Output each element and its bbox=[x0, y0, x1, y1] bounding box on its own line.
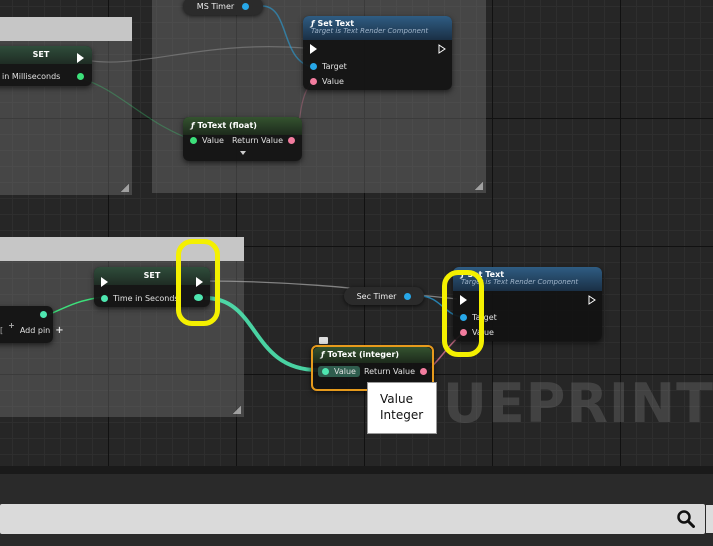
watermark: UEPRINT bbox=[443, 372, 713, 435]
pin-label: Value bbox=[202, 136, 224, 145]
exec-out-pin[interactable] bbox=[438, 44, 446, 54]
value-pin[interactable]: Value bbox=[190, 136, 224, 145]
output-pin[interactable] bbox=[40, 311, 47, 318]
text-pin-icon bbox=[310, 78, 317, 85]
node-title: ƒ ToText (float) bbox=[183, 117, 302, 135]
text-pin-icon bbox=[420, 368, 427, 375]
exec-out-pin bbox=[77, 53, 84, 63]
panel-divider[interactable] bbox=[0, 466, 713, 474]
exec-arrow-icon bbox=[438, 44, 446, 54]
blueprint-graph[interactable]: SET in Milliseconds MS Timer ƒ Set Text T… bbox=[0, 0, 713, 466]
object-pin-icon bbox=[310, 63, 317, 70]
ms-timer-getter[interactable]: MS Timer bbox=[183, 0, 263, 15]
make-array-node[interactable]: [ + Add pin + bbox=[0, 306, 64, 343]
totext-float-node[interactable]: ƒ ToText (float) Value Return Value bbox=[183, 117, 302, 161]
highlight-ring-set-exec bbox=[176, 239, 220, 326]
text-pin-icon bbox=[288, 137, 295, 144]
float-pin-icon[interactable] bbox=[77, 73, 85, 80]
exec-arrow-icon bbox=[101, 277, 108, 287]
value-pin[interactable]: Value bbox=[318, 366, 360, 377]
bottom-panel bbox=[0, 466, 713, 546]
return-value-pin[interactable]: Return Value bbox=[232, 136, 295, 145]
object-pin-icon[interactable] bbox=[404, 292, 412, 300]
node-comment-bubble-icon[interactable] bbox=[319, 337, 328, 344]
expand-arrow-icon[interactable] bbox=[240, 151, 246, 155]
search-bar[interactable] bbox=[0, 504, 705, 534]
int-pin-icon bbox=[101, 295, 108, 302]
var-label: Sec Timer bbox=[356, 291, 397, 301]
node-title: ƒ ToText (integer) bbox=[313, 347, 432, 363]
node-subtitle: Target is Text Render Component bbox=[311, 27, 429, 35]
sec-timer-getter[interactable]: Sec Timer bbox=[344, 287, 424, 305]
pin-label: Target bbox=[322, 62, 347, 71]
add-pin-button[interactable]: [ + Add pin + bbox=[0, 321, 64, 336]
node-title-text: ToText (float) bbox=[197, 121, 257, 130]
pin-label: Return Value bbox=[363, 367, 415, 376]
sec-value-pin[interactable]: Time in Seconds bbox=[101, 294, 179, 303]
pin-label: in Milliseconds bbox=[2, 72, 61, 81]
set-text-node-top[interactable]: ƒ Set Text Target is Text Render Componen… bbox=[303, 16, 452, 90]
exec-in-pin[interactable] bbox=[101, 277, 108, 287]
node-title: ƒ Set Text Target is Text Render Componen… bbox=[303, 16, 452, 40]
plus-icon: + bbox=[55, 325, 64, 336]
float-pin-icon bbox=[190, 137, 197, 144]
return-value-pin[interactable]: Return Value bbox=[364, 367, 427, 376]
pin-label: Time in Seconds bbox=[113, 294, 179, 303]
pin-label: Add pin bbox=[19, 326, 51, 335]
int-pin-icon bbox=[40, 311, 47, 318]
function-icon: ƒ bbox=[191, 121, 195, 130]
highlight-ring-settext-exec bbox=[442, 270, 484, 357]
target-pin[interactable]: Target bbox=[310, 62, 347, 71]
exec-out-pin[interactable] bbox=[588, 295, 596, 305]
pin-label: Return Value bbox=[231, 136, 283, 145]
pin-tooltip: Value Integer bbox=[367, 382, 437, 434]
filter-button[interactable] bbox=[706, 505, 713, 533]
var-label: MS Timer bbox=[196, 1, 235, 11]
plus-icon: + bbox=[8, 321, 15, 330]
exec-arrow-icon bbox=[310, 44, 317, 54]
pin-label: Value bbox=[322, 77, 344, 86]
function-icon: ƒ bbox=[321, 350, 325, 359]
set-ms-node[interactable]: SET in Milliseconds bbox=[0, 46, 92, 86]
tooltip-line-1: Value bbox=[380, 392, 413, 406]
value-pin[interactable]: Value bbox=[310, 77, 344, 86]
node-title-text: ToText (integer) bbox=[327, 350, 400, 359]
pin-slot-icon: [ bbox=[0, 326, 4, 335]
ms-value-pin[interactable]: in Milliseconds bbox=[2, 72, 85, 81]
exec-arrow-icon[interactable] bbox=[77, 53, 84, 63]
exec-in-pin[interactable] bbox=[310, 44, 317, 54]
search-icon[interactable] bbox=[677, 510, 695, 528]
object-pin-icon[interactable] bbox=[242, 2, 250, 10]
exec-arrow-icon bbox=[588, 295, 596, 305]
tooltip-line-2: Integer bbox=[380, 408, 424, 422]
pin-label: Value bbox=[334, 367, 356, 376]
int-pin-icon bbox=[322, 368, 329, 375]
